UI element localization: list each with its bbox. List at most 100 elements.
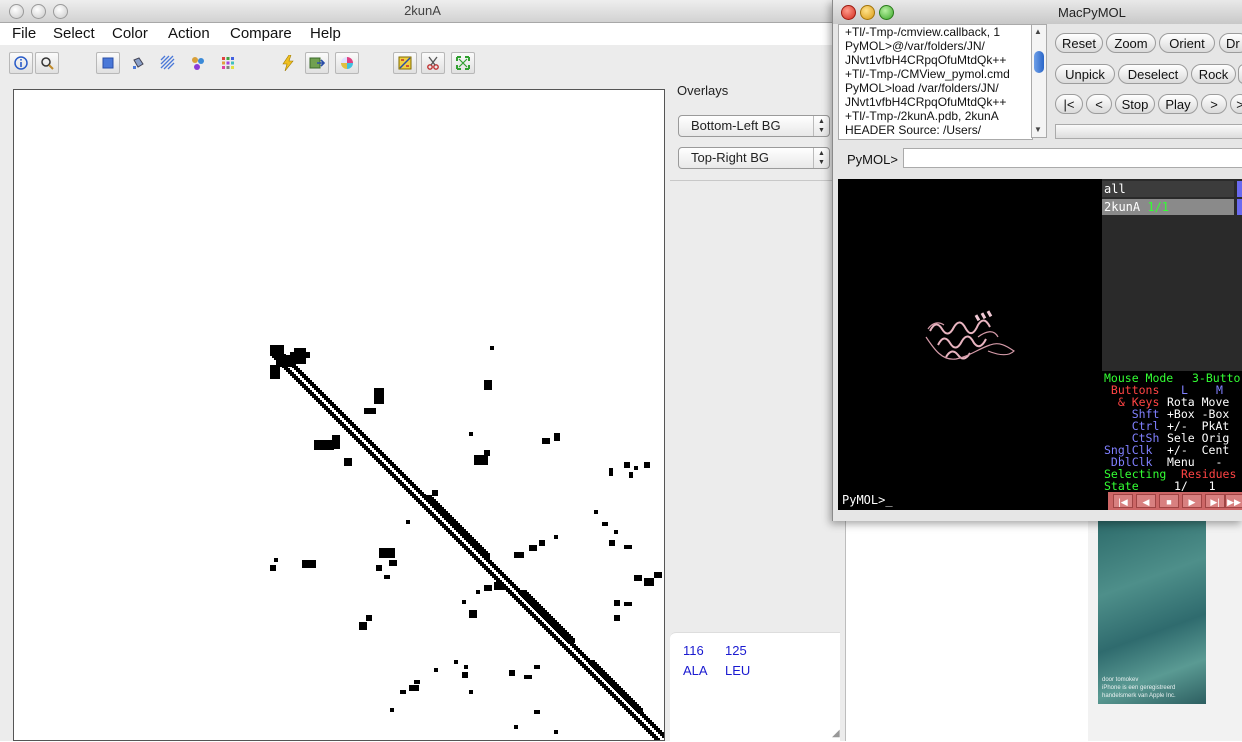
diagonal-select-icon [160,55,175,70]
unpick-button[interactable]: Unpick [1055,64,1115,84]
zoom-window-button[interactable] [879,5,894,20]
pymol-log[interactable]: +Tl/-Tmp-/cmview.callback, 1 PyMOL>@/var… [838,24,1033,140]
top-right-bg-select[interactable]: Top-Right BG ▲ ▼ [678,147,830,169]
menu-action[interactable]: Action [168,25,210,42]
next-frame-icon[interactable]: ▶| [1205,494,1225,508]
contact-cell [539,540,545,546]
color-wheel-button[interactable] [335,52,359,74]
resize-grip-icon[interactable]: ◢ [832,728,844,740]
pymol-bottom-bar: PyMOL>_ |◀ ◀ ■ ▶ ▶| ▶▶ [838,492,1242,510]
scroll-up-icon[interactable]: ▲ [1034,27,1042,36]
contact-cell [624,602,632,606]
contact-cell [644,462,650,468]
contact-cell [494,582,504,590]
cut-button[interactable] [421,52,445,74]
menu-color[interactable]: Color [112,25,148,42]
molecule-viewer[interactable] [838,179,1102,492]
contact-cell [656,738,660,740]
scroll-thumb[interactable] [1034,51,1044,73]
contact-cell [554,730,558,734]
contact-cell [462,600,466,604]
contact-cell [270,345,284,355]
contact-cell [434,668,438,672]
orient-button[interactable]: Orient [1159,33,1215,53]
color-grid-button[interactable] [216,52,240,74]
menu-select[interactable]: Select [53,25,95,42]
residue-2-name: LEU [725,663,751,678]
contact-cell [464,665,468,669]
fill-select-button[interactable] [126,52,150,74]
contact-cell [602,522,608,526]
square-select-icon [102,57,114,69]
more-button[interactable] [1238,64,1242,84]
diagonal-select-button[interactable] [156,52,180,74]
menu-file[interactable]: File [12,25,36,42]
menu-help[interactable]: Help [310,25,341,42]
contact-cell [376,565,382,571]
draw-button[interactable]: Dr [1219,33,1242,53]
contact-cell [614,530,618,534]
movie-controls: |◀ ◀ ■ ▶ ▶| ▶▶ [1108,492,1242,510]
log-scrollbar[interactable]: ▲ ▼ [1031,24,1047,138]
zoom-button[interactable] [35,52,59,74]
export-button[interactable] [305,52,329,74]
compare-button[interactable] [393,52,417,74]
menu-compare[interactable]: Compare [230,25,292,42]
contact-cell [624,545,632,549]
stop-icon[interactable]: ■ [1159,494,1179,508]
contact-cell [469,610,477,618]
contact-cell [302,560,316,568]
expand-button[interactable] [451,52,475,74]
contact-map-plot[interactable] [14,90,664,740]
contact-cell [654,572,662,578]
node-select-button[interactable] [186,52,210,74]
play-icon[interactable]: ▶ [1182,494,1202,508]
object-tab[interactable] [1237,181,1242,197]
contact-cell [364,408,376,414]
log-line: PyMOL>@/var/folders/JN/ [845,39,985,53]
last-frame-icon[interactable]: ▶▶ [1225,494,1242,508]
bottom-left-bg-select[interactable]: Bottom-Left BG ▲ ▼ [678,115,830,137]
command-input[interactable] [903,148,1242,168]
info-button[interactable] [9,52,33,74]
contact-cell [594,510,598,514]
zoom-button[interactable]: Zoom [1106,33,1156,53]
frame-slider[interactable] [1055,124,1242,139]
info-icon [14,56,28,70]
play-button[interactable]: Play [1158,94,1198,114]
object-row-all[interactable]: all [1102,181,1234,197]
pymol-titlebar[interactable]: MacPyMOL [833,0,1242,24]
first-frame-button[interactable]: |< [1055,94,1083,114]
contact-cell [414,680,420,684]
advert-caption: door tomokev iPhone is een geregistreerd… [1102,676,1202,700]
first-frame-icon[interactable]: |◀ [1113,494,1133,508]
minimize-window-button[interactable] [860,5,875,20]
close-window-button[interactable] [841,5,856,20]
contact-cell [389,560,397,566]
last-frame-button[interactable]: > [1230,94,1242,114]
reset-button[interactable]: Reset [1055,33,1103,53]
contact-cell [554,433,560,441]
square-select-button[interactable] [96,52,120,74]
select-arrows-icon: ▲ ▼ [813,116,829,136]
run-button[interactable] [276,52,300,74]
contact-cell [629,472,633,478]
deselect-button[interactable]: Deselect [1118,64,1188,84]
next-frame-button[interactable]: > [1201,94,1227,114]
object-tab[interactable] [1237,199,1242,215]
contact-cell [432,490,438,496]
prev-frame-icon[interactable]: ◀ [1136,494,1156,508]
pymol-window: MacPyMOL +Tl/-Tmp-/cmview.callback, 1 Py… [832,0,1242,521]
object-row-2kuna[interactable]: 2kunA 1/1 [1102,199,1234,215]
stop-button[interactable]: Stop [1115,94,1155,114]
bottom-prompt[interactable]: PyMOL>_ [842,493,893,507]
compare-icon [398,56,412,70]
rock-button[interactable]: Rock [1191,64,1236,84]
contact-cell [314,440,334,450]
scroll-down-icon[interactable]: ▼ [1034,125,1042,134]
contact-map[interactable] [13,89,665,741]
cmview-titlebar[interactable]: 2kunA [0,0,845,23]
contact-cell [290,352,310,358]
prev-frame-button[interactable]: < [1086,94,1112,114]
object-name: all [1104,182,1126,196]
